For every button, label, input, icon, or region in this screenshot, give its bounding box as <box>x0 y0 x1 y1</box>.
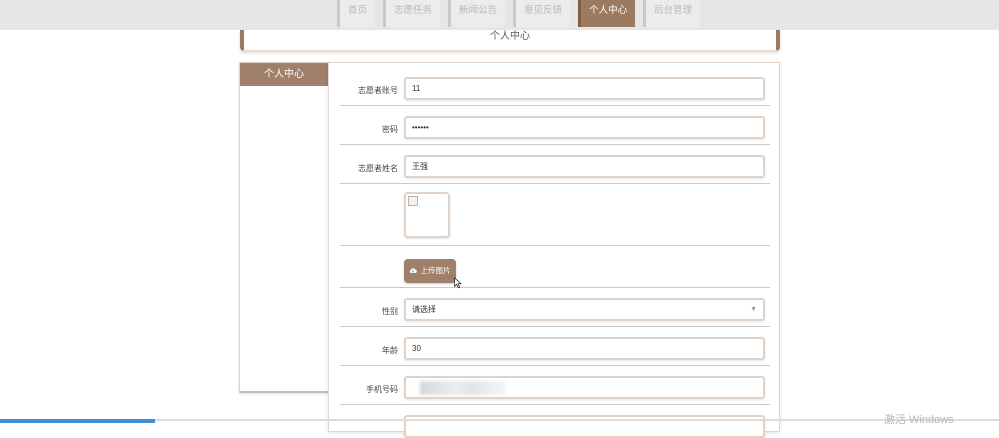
loading-progress-bar <box>0 419 155 423</box>
gender-select-value: 请选择 <box>412 305 436 314</box>
form-row-avatar <box>340 184 770 246</box>
gender-select[interactable]: 请选择 ▼ <box>404 298 765 321</box>
page-title: 个人中心 <box>490 31 530 42</box>
nav-item-personal-center[interactable]: 个人中心 <box>578 0 636 27</box>
sidebar: 个人中心 <box>239 62 329 393</box>
broken-image-icon <box>408 196 418 206</box>
cloud-upload-icon <box>410 268 418 273</box>
windows-activation-watermark: 激活 Windows <box>884 414 954 426</box>
redacted-phone-value <box>420 381 506 395</box>
nav-item-feedback[interactable]: 意见反馈 <box>513 0 571 27</box>
name-label: 志愿者姓名 <box>358 164 398 173</box>
password-label: 密码 <box>382 125 398 134</box>
page-title-box: 个人中心 <box>240 30 780 51</box>
phone-label: 手机号码 <box>366 385 398 394</box>
chevron-down-icon: ▼ <box>750 306 757 313</box>
main-nav: 首页 志愿任务 新闻公告 意见反馈 个人中心 后台管理 <box>337 0 708 27</box>
gender-label: 性别 <box>382 307 398 316</box>
nav-item-volunteer-tasks[interactable]: 志愿任务 <box>383 0 441 27</box>
form-row-phone: 手机号码 <box>340 366 770 405</box>
form-row-gender: 性别 请选择 ▼ <box>340 288 770 327</box>
age-label: 年龄 <box>382 346 398 355</box>
account-input[interactable]: 11 <box>404 77 765 100</box>
nav-item-admin[interactable]: 后台管理 <box>643 0 701 27</box>
form-row-password: 密码 •••••• <box>340 106 770 145</box>
profile-form: 志愿者账号 11 密码 •••••• 志愿者姓名 王强 上传图片 性别 请选择 … <box>328 62 780 438</box>
upload-button-label: 上传图片 <box>420 266 451 275</box>
form-row-age: 年龄 30 <box>340 327 770 366</box>
sidebar-title[interactable]: 个人中心 <box>240 63 328 86</box>
name-input[interactable]: 王强 <box>404 155 765 178</box>
loading-progress-track <box>155 419 999 421</box>
upload-image-button[interactable]: 上传图片 <box>404 259 456 283</box>
form-row-upload: 上传图片 <box>340 246 770 289</box>
nav-item-home[interactable]: 首页 <box>337 0 376 27</box>
account-label: 志愿者账号 <box>358 86 398 95</box>
form-row-account: 志愿者账号 11 <box>340 74 770 106</box>
phone-input[interactable] <box>404 376 765 399</box>
age-input[interactable]: 30 <box>404 337 765 360</box>
avatar-preview <box>404 192 450 238</box>
nav-item-news[interactable]: 新闻公告 <box>448 0 506 27</box>
form-row-name: 志愿者姓名 王强 <box>340 145 770 184</box>
password-input[interactable]: •••••• <box>404 116 765 139</box>
top-navigation-bar: 首页 志愿任务 新闻公告 意见反馈 个人中心 后台管理 <box>0 0 999 30</box>
